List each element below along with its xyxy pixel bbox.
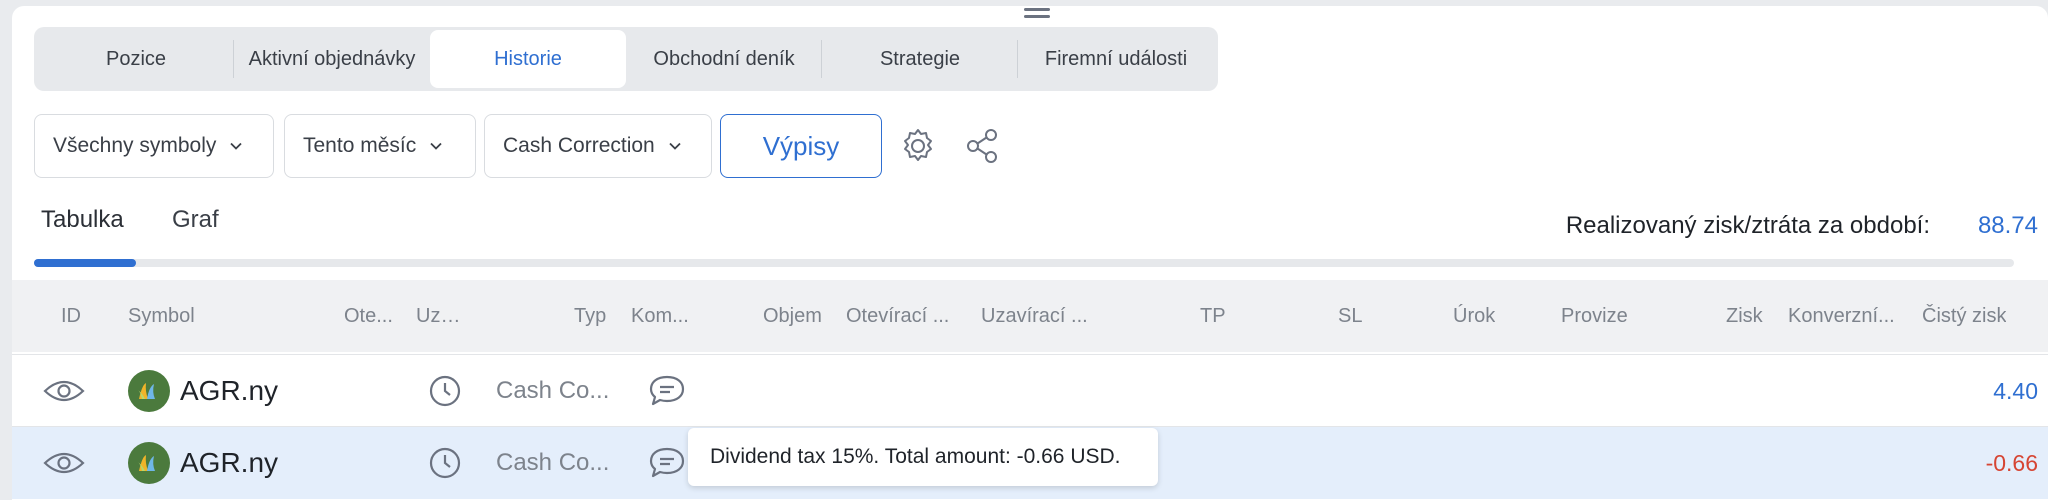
view-button[interactable] — [42, 355, 86, 427]
col-id[interactable]: ID — [61, 280, 81, 352]
clock-icon — [429, 375, 461, 407]
chevron-down-icon — [669, 142, 681, 150]
comment-button[interactable] — [648, 355, 686, 427]
symbol-name: AGR.ny — [180, 375, 279, 406]
col-tp[interactable]: TP — [1200, 280, 1226, 352]
col-volume[interactable]: Objem — [763, 280, 822, 352]
net-profit-value: 4.40 — [1993, 355, 2038, 427]
subtab-track — [34, 259, 2014, 267]
col-close-price[interactable]: Uzavírací ... — [981, 280, 1097, 352]
col-type[interactable]: Typ — [574, 280, 606, 352]
col-symbol[interactable]: Symbol — [128, 280, 195, 352]
chevron-down-icon — [430, 142, 442, 150]
table-row[interactable]: AGR.ny Cash Co... 4.40 — [12, 354, 2048, 427]
col-sl[interactable]: SL — [1338, 280, 1362, 352]
type-cell: Cash Co... — [496, 427, 614, 499]
net-profit-text: 4.40 — [1993, 377, 2038, 404]
period-filter[interactable]: Tento měsíc — [284, 114, 476, 178]
settings-button[interactable] — [896, 124, 940, 168]
chevron-down-icon — [230, 142, 243, 150]
symbol-name: AGR.ny — [180, 447, 279, 478]
type-value: Cash Co... — [496, 377, 610, 404]
close-time-cell[interactable] — [428, 355, 462, 427]
col-commission[interactable]: Provize — [1561, 280, 1628, 352]
subtab-indicator — [34, 259, 136, 267]
symbol-cell: AGR.ny — [128, 355, 278, 427]
eye-icon — [43, 380, 85, 402]
net-profit-value: -0.66 — [1986, 427, 2038, 499]
clock-icon — [429, 447, 461, 479]
col-open-price[interactable]: Otevírací ... — [846, 280, 962, 352]
comment-icon — [649, 447, 685, 478]
col-conversion[interactable]: Konverzní... — [1788, 280, 1900, 352]
realized-pnl-value: 88.74 — [1977, 212, 2038, 239]
drag-handle[interactable] — [1024, 8, 1050, 24]
period-filter-label: Tento měsíc — [303, 134, 417, 157]
tab-obchodni-denik[interactable]: Obchodní deník — [626, 30, 822, 88]
symbols-filter-label: Všechny symboly — [53, 134, 217, 157]
comment-icon — [649, 375, 685, 406]
close-time-cell[interactable] — [428, 427, 462, 499]
tab-pozice[interactable]: Pozice — [38, 30, 234, 88]
symbol-cell: AGR.ny — [128, 427, 278, 499]
type-filter[interactable]: Cash Correction — [484, 114, 712, 178]
col-close-time[interactable]: Uza... — [416, 280, 468, 352]
type-cell: Cash Co... — [496, 355, 614, 427]
statements-button[interactable]: Výpisy — [720, 114, 882, 178]
comment-tooltip: Dividend tax 15%. Total amount: -0.66 US… — [688, 428, 1158, 486]
comment-button[interactable] — [648, 427, 686, 499]
view-button[interactable] — [42, 427, 86, 499]
tab-firemni-udalosti[interactable]: Firemní události — [1018, 30, 1214, 88]
symbols-filter[interactable]: Všechny symboly — [34, 114, 274, 178]
net-profit-text: -0.66 — [1985, 449, 2038, 476]
col-comment[interactable]: Kom... — [631, 280, 693, 352]
history-panel: Pozice Aktivní objednávky Historie Obcho… — [12, 6, 2048, 500]
col-profit[interactable]: Zisk — [1726, 280, 1763, 352]
share-icon — [967, 129, 997, 163]
symbol-logo — [128, 370, 170, 412]
type-value: Cash Co... — [496, 449, 610, 476]
type-filter-label: Cash Correction — [503, 134, 655, 157]
symbol-logo — [128, 442, 170, 484]
gear-icon — [904, 129, 932, 161]
tab-strategie[interactable]: Strategie — [822, 30, 1018, 88]
subtab-table[interactable]: Tabulka — [41, 206, 124, 234]
col-net-profit[interactable]: Čistý zisk — [1922, 280, 2006, 352]
tooltip-text: Dividend tax 15%. Total amount: -0.66 US… — [710, 445, 1121, 468]
share-button[interactable] — [960, 124, 1004, 168]
main-tabs: Pozice Aktivní objednávky Historie Obcho… — [34, 27, 1218, 91]
subtab-chart[interactable]: Graf — [172, 206, 219, 234]
col-interest[interactable]: Úrok — [1453, 280, 1495, 352]
tab-historie[interactable]: Historie — [430, 30, 626, 88]
col-open-time[interactable]: Ote... — [344, 280, 394, 352]
eye-icon — [43, 452, 85, 474]
realized-pnl-label: Realizovaný zisk/ztráta za období: — [1565, 212, 1930, 239]
tab-aktivni-objednavky[interactable]: Aktivní objednávky — [234, 30, 430, 88]
table-header: ID Symbol Ote... Uza... Typ Kom... Objem… — [12, 280, 2048, 352]
